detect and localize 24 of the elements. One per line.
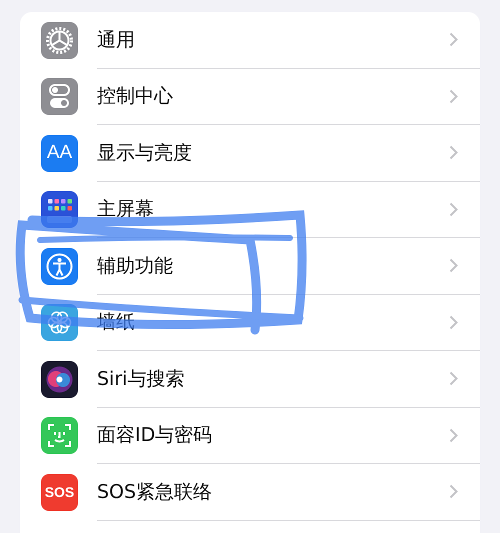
chevron-icon (449, 428, 458, 443)
gear-icon (41, 22, 78, 59)
chevron-icon (449, 88, 458, 104)
settings-label[interactable]: 通用 (97, 26, 449, 54)
chevron-icon (449, 258, 458, 274)
text-size-icon: AA (41, 134, 78, 172)
settings-label[interactable]: 主屏幕 (97, 195, 449, 224)
chevron-icon (449, 484, 458, 500)
chevron-icon (449, 314, 458, 330)
accessibility-icon (41, 248, 78, 285)
settings-label[interactable]: SOS紧急联络 (97, 478, 449, 506)
toggles-icon (41, 78, 78, 116)
settings-label[interactable]: 辅助功能 (97, 252, 449, 280)
chevron-icon (449, 202, 458, 217)
chevron-icon (449, 145, 458, 160)
chevron-icon (449, 32, 458, 48)
settings-label[interactable]: 显示与亮度 (97, 138, 449, 167)
settings-label[interactable]: 控制中心 (97, 82, 449, 110)
sos-icon: SOS (41, 474, 78, 511)
settings-label[interactable]: Siri与搜索 (97, 364, 449, 393)
face-icon (41, 417, 78, 454)
settings-label[interactable]: 面容ID与密码 (97, 421, 449, 450)
orb-icon (41, 360, 78, 398)
chevron-icon (449, 371, 458, 386)
